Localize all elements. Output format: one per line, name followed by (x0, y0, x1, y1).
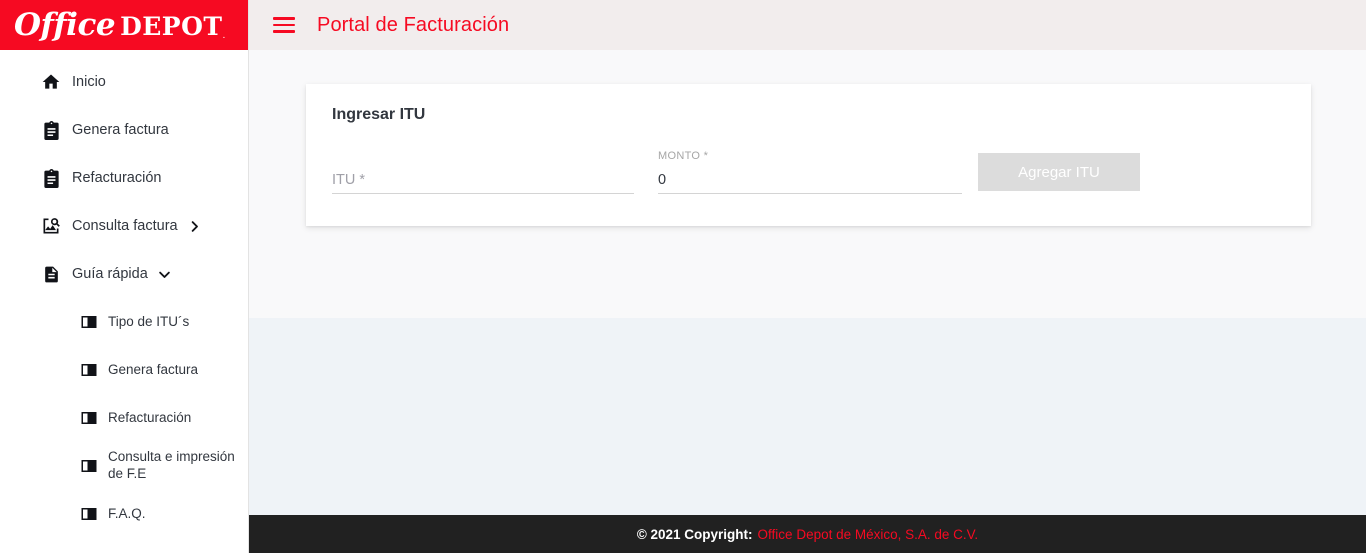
sidebar-item-inicio[interactable]: Inicio (0, 58, 248, 106)
sidebar-item-refacturacion[interactable]: Refacturación (0, 154, 248, 202)
logo-depot-word: DEPOT (120, 12, 222, 41)
chevron-down-icon[interactable] (157, 267, 172, 282)
logo-trademark: . (222, 31, 225, 41)
page-footer: © 2021 Copyright: Office Depot de México… (249, 515, 1366, 553)
sidebar-subitem-refacturacion[interactable]: Refacturación (0, 394, 248, 442)
itu-input[interactable] (332, 172, 634, 194)
top-header-bar: Portal de Facturación (249, 0, 1366, 50)
app-root: OfficeDEPOT. Inicio Genera factura (0, 0, 1366, 553)
sidebar-item-label: Refacturación (72, 170, 161, 186)
monto-field-wrapper: MONTO * (658, 150, 962, 194)
sidebar-subitem-faq[interactable]: F.A.Q. (0, 490, 248, 538)
card-title: Ingresar ITU (332, 106, 1285, 124)
clipboard-icon (40, 167, 62, 189)
clipboard-icon (40, 119, 62, 141)
sidebar-item-label: Inicio (72, 74, 106, 90)
sidebar-subitem-label: Consulta e impresión de F.E (108, 449, 238, 483)
main-content: Portal de Facturación Ingresar ITU MONTO… (249, 0, 1366, 553)
article-icon (80, 313, 98, 331)
sidebar-subitem-genera-factura[interactable]: Genera factura (0, 346, 248, 394)
hamburger-bar (273, 24, 295, 27)
agregar-itu-button[interactable]: Agregar ITU (978, 153, 1140, 191)
chevron-right-icon[interactable] (187, 219, 202, 234)
sidebar-subitem-label: Tipo de ITU´s (108, 314, 189, 331)
image-search-icon (40, 215, 62, 237)
sidebar-subitem-label: Genera factura (108, 362, 198, 379)
hamburger-bar (273, 30, 295, 33)
logo-office-word: Office (14, 7, 115, 43)
itu-form-row: MONTO * Agregar ITU (332, 150, 1285, 194)
itu-field-wrapper (332, 150, 634, 194)
page-title: Portal de Facturación (317, 14, 509, 37)
monto-field-label: MONTO * (658, 150, 708, 162)
sidebar-item-consulta-factura[interactable]: Consulta factura (0, 202, 248, 250)
ingresar-itu-card: Ingresar ITU MONTO * Agregar ITU (306, 84, 1311, 226)
sidebar-item-genera-factura[interactable]: Genera factura (0, 106, 248, 154)
hamburger-icon[interactable] (273, 17, 295, 33)
sidebar-subitem-label: F.A.Q. (108, 506, 146, 523)
article-icon (80, 409, 98, 427)
content-lower-band (249, 318, 1366, 515)
article-icon (80, 457, 98, 475)
sidebar-subitem-tipo-de-itus[interactable]: Tipo de ITU´s (0, 298, 248, 346)
article-icon (80, 505, 98, 523)
sidebar-item-label: Genera factura (72, 122, 169, 138)
sidebar: OfficeDEPOT. Inicio Genera factura (0, 0, 249, 553)
home-icon (40, 71, 62, 93)
sidebar-item-label: Consulta factura (72, 218, 178, 234)
sidebar-subitem-consulta-e-impresion[interactable]: Consulta e impresión de F.E (0, 442, 248, 490)
brand-logo[interactable]: OfficeDEPOT. (0, 0, 248, 50)
document-icon (40, 263, 62, 285)
sidebar-item-guia-rapida[interactable]: Guía rápida (0, 250, 248, 298)
sidebar-nav: Inicio Genera factura Refacturación (0, 50, 248, 538)
hamburger-bar (273, 17, 295, 20)
article-icon (80, 361, 98, 379)
sidebar-subitem-label: Refacturación (108, 410, 191, 427)
monto-input[interactable] (658, 172, 962, 194)
logo-text: OfficeDEPOT. (14, 10, 225, 41)
footer-company-link[interactable]: Office Depot de México, S.A. de C.V. (758, 527, 979, 542)
sidebar-item-label: Guía rápida (72, 266, 148, 282)
footer-copyright-text: © 2021 Copyright: (637, 527, 753, 542)
